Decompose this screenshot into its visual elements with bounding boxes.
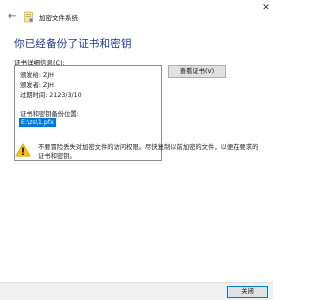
issued-by: 颁发者: ZJH: [20, 82, 54, 89]
backup-path[interactable]: E:\zs\1.pfx: [19, 118, 56, 127]
view-certificate-button[interactable]: 查看证书(V): [168, 65, 226, 78]
window-title: 加密文件系统: [39, 14, 78, 22]
warning-text: 不要冒险丢失对加密文件的访问权限。尽快复制以前加密的文件，以便在要求的证书和密钥…: [38, 144, 259, 160]
back-arrow-icon[interactable]: ←: [8, 12, 18, 22]
efs-app-icon: [24, 11, 33, 23]
issued-to: 颁发给: ZJH: [20, 72, 54, 79]
backup-location-label: 证书和密钥备份位置:: [20, 111, 79, 118]
close-icon[interactable]: ✕: [261, 3, 271, 13]
close-button[interactable]: 关闭: [227, 286, 268, 298]
expiration-date: 过期时间: 2123/3/10: [20, 92, 82, 99]
title-bar: ← 加密文件系统 ✕: [0, 0, 273, 30]
warning-icon: [15, 143, 31, 157]
page-heading: 你已经备份了证书和密钥: [14, 38, 132, 50]
